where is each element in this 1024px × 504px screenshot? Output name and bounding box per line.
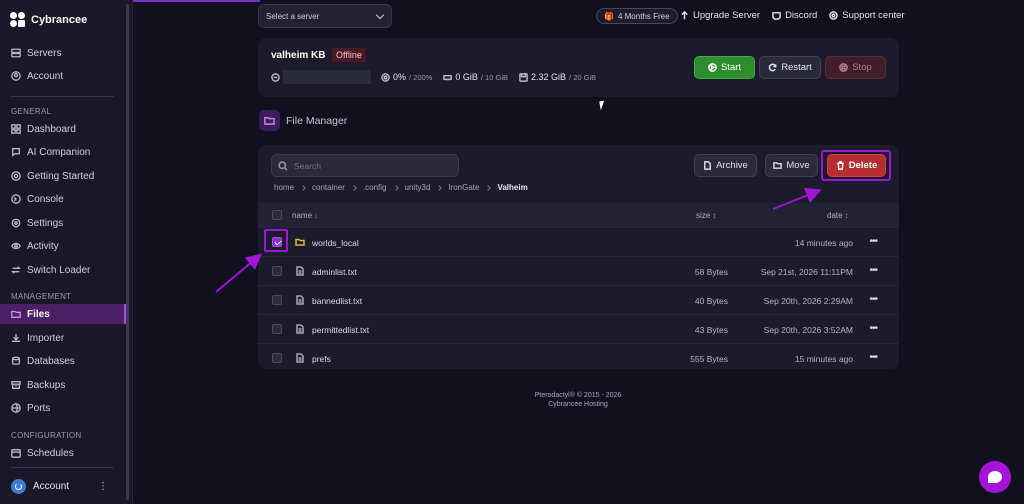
annotation-arrows	[215, 188, 822, 293]
arrow-to-delete	[772, 188, 822, 210]
footer: Pterodactyl® © 2015 - 2026 Cybrancee Hos…	[478, 391, 678, 409]
arrow-to-checkbox	[215, 253, 263, 293]
chat-bubble-icon[interactable]	[979, 461, 1011, 493]
footer-hosting: Cybrancee Hosting	[548, 401, 608, 408]
footer-copyright: Pterodactyl® © 2015 - 2026	[534, 392, 622, 399]
